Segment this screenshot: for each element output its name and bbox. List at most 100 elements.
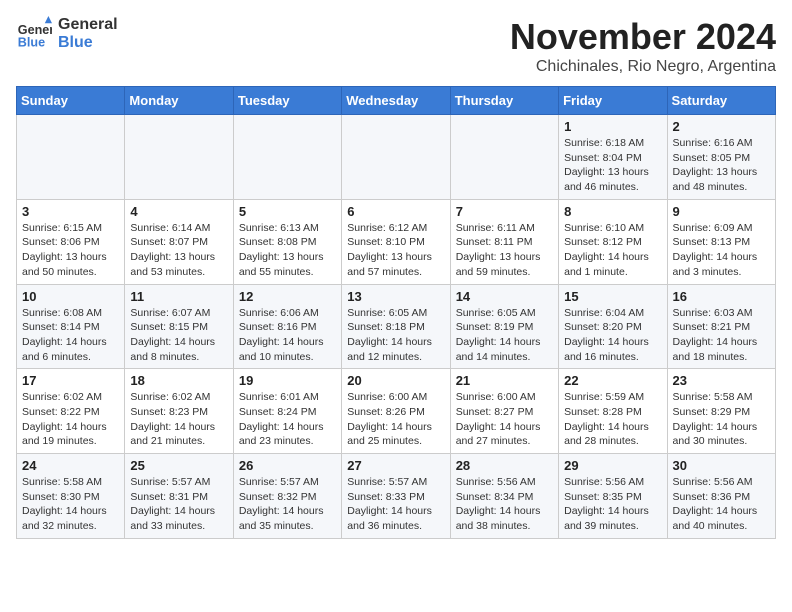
day-info: Sunrise: 5:59 AMSunset: 8:28 PMDaylight:… xyxy=(564,390,661,449)
calendar-cell: 19 Sunrise: 6:01 AMSunset: 8:24 PMDayligh… xyxy=(233,369,341,454)
day-number: 15 xyxy=(564,289,661,304)
calendar-cell: 23 Sunrise: 5:58 AMSunset: 8:29 PMDayligh… xyxy=(667,369,775,454)
day-info: Sunrise: 5:57 AMSunset: 8:31 PMDaylight:… xyxy=(130,475,227,534)
day-number: 7 xyxy=(456,204,553,219)
calendar-cell: 17 Sunrise: 6:02 AMSunset: 8:22 PMDayligh… xyxy=(17,369,125,454)
calendar-cell xyxy=(125,115,233,200)
calendar-cell: 15 Sunrise: 6:04 AMSunset: 8:20 PMDayligh… xyxy=(559,284,667,369)
day-number: 19 xyxy=(239,373,336,388)
day-number: 3 xyxy=(22,204,119,219)
calendar-week-row: 24 Sunrise: 5:58 AMSunset: 8:30 PMDayligh… xyxy=(17,454,776,539)
day-number: 14 xyxy=(456,289,553,304)
calendar-cell: 27 Sunrise: 5:57 AMSunset: 8:33 PMDayligh… xyxy=(342,454,450,539)
day-number: 23 xyxy=(673,373,770,388)
calendar-cell: 4 Sunrise: 6:14 AMSunset: 8:07 PMDaylight… xyxy=(125,199,233,284)
calendar-week-row: 10Sunrise: 6:08 AMSunset: 8:14 PMDayligh… xyxy=(17,284,776,369)
day-info: Sunrise: 5:56 AMSunset: 8:34 PMDaylight:… xyxy=(456,475,553,534)
day-info: Sunrise: 6:03 AMSunset: 8:21 PMDaylight:… xyxy=(673,306,770,365)
day-info: Sunrise: 6:18 AMSunset: 8:04 PMDaylight:… xyxy=(564,136,661,195)
calendar-cell: 16 Sunrise: 6:03 AMSunset: 8:21 PMDayligh… xyxy=(667,284,775,369)
calendar-cell: 10Sunrise: 6:08 AMSunset: 8:14 PMDayligh… xyxy=(17,284,125,369)
logo-text: General Blue xyxy=(58,16,118,51)
day-number: 8 xyxy=(564,204,661,219)
calendar-cell: 20 Sunrise: 6:00 AMSunset: 8:26 PMDayligh… xyxy=(342,369,450,454)
day-number: 27 xyxy=(347,458,444,473)
day-info: Sunrise: 6:05 AMSunset: 8:18 PMDaylight:… xyxy=(347,306,444,365)
day-info: Sunrise: 6:02 AMSunset: 8:22 PMDaylight:… xyxy=(22,390,119,449)
day-info: Sunrise: 6:02 AMSunset: 8:23 PMDaylight:… xyxy=(130,390,227,449)
calendar-week-row: 3 Sunrise: 6:15 AMSunset: 8:06 PMDaylight… xyxy=(17,199,776,284)
calendar-cell: 5Sunrise: 6:13 AMSunset: 8:08 PMDaylight… xyxy=(233,199,341,284)
day-number: 4 xyxy=(130,204,227,219)
calendar-cell: 29 Sunrise: 5:56 AMSunset: 8:35 PMDayligh… xyxy=(559,454,667,539)
day-info: Sunrise: 6:13 AMSunset: 8:08 PMDaylight:… xyxy=(239,221,336,280)
calendar-cell: 22 Sunrise: 5:59 AMSunset: 8:28 PMDayligh… xyxy=(559,369,667,454)
title-area: November 2024 Chichinales, Rio Negro, Ar… xyxy=(510,16,776,76)
weekday-header: Monday xyxy=(125,87,233,115)
calendar-cell: 18 Sunrise: 6:02 AMSunset: 8:23 PMDayligh… xyxy=(125,369,233,454)
day-info: Sunrise: 6:14 AMSunset: 8:07 PMDaylight:… xyxy=(130,221,227,280)
day-info: Sunrise: 6:01 AMSunset: 8:24 PMDaylight:… xyxy=(239,390,336,449)
main-title: November 2024 xyxy=(510,16,776,58)
logo-line2: Blue xyxy=(58,34,118,52)
day-number: 18 xyxy=(130,373,227,388)
day-info: Sunrise: 6:15 AMSunset: 8:06 PMDaylight:… xyxy=(22,221,119,280)
day-info: Sunrise: 6:05 AMSunset: 8:19 PMDaylight:… xyxy=(456,306,553,365)
day-number: 11 xyxy=(130,289,227,304)
day-info: Sunrise: 5:56 AMSunset: 8:35 PMDaylight:… xyxy=(564,475,661,534)
header: General Blue General Blue November 2024 … xyxy=(16,16,776,76)
weekday-header: Saturday xyxy=(667,87,775,115)
day-info: Sunrise: 5:57 AMSunset: 8:33 PMDaylight:… xyxy=(347,475,444,534)
calendar-cell: 3 Sunrise: 6:15 AMSunset: 8:06 PMDaylight… xyxy=(17,199,125,284)
calendar-cell: 28 Sunrise: 5:56 AMSunset: 8:34 PMDayligh… xyxy=(450,454,558,539)
calendar-header: SundayMondayTuesdayWednesdayThursdayFrid… xyxy=(17,87,776,115)
day-info: Sunrise: 6:08 AMSunset: 8:14 PMDaylight:… xyxy=(22,306,119,365)
calendar-cell: 9Sunrise: 6:09 AMSunset: 8:13 PMDaylight… xyxy=(667,199,775,284)
day-info: Sunrise: 5:58 AMSunset: 8:29 PMDaylight:… xyxy=(673,390,770,449)
calendar-cell: 11 Sunrise: 6:07 AMSunset: 8:15 PMDayligh… xyxy=(125,284,233,369)
calendar-cell xyxy=(233,115,341,200)
calendar-cell: 25 Sunrise: 5:57 AMSunset: 8:31 PMDayligh… xyxy=(125,454,233,539)
calendar-cell: 26Sunrise: 5:57 AMSunset: 8:32 PMDayligh… xyxy=(233,454,341,539)
calendar-cell: 2 Sunrise: 6:16 AMSunset: 8:05 PMDaylight… xyxy=(667,115,775,200)
calendar-body: 1 Sunrise: 6:18 AMSunset: 8:04 PMDaylight… xyxy=(17,115,776,539)
calendar-week-row: 1 Sunrise: 6:18 AMSunset: 8:04 PMDaylight… xyxy=(17,115,776,200)
day-number: 29 xyxy=(564,458,661,473)
calendar-table: SundayMondayTuesdayWednesdayThursdayFrid… xyxy=(16,86,776,539)
weekday-header: Tuesday xyxy=(233,87,341,115)
day-info: Sunrise: 6:00 AMSunset: 8:26 PMDaylight:… xyxy=(347,390,444,449)
day-number: 22 xyxy=(564,373,661,388)
day-number: 2 xyxy=(673,119,770,134)
logo-icon: General Blue xyxy=(16,16,52,52)
weekday-header: Sunday xyxy=(17,87,125,115)
calendar-cell: 30Sunrise: 5:56 AMSunset: 8:36 PMDayligh… xyxy=(667,454,775,539)
day-info: Sunrise: 6:07 AMSunset: 8:15 PMDaylight:… xyxy=(130,306,227,365)
calendar-cell: 6Sunrise: 6:12 AMSunset: 8:10 PMDaylight… xyxy=(342,199,450,284)
day-info: Sunrise: 6:10 AMSunset: 8:12 PMDaylight:… xyxy=(564,221,661,280)
day-info: Sunrise: 6:09 AMSunset: 8:13 PMDaylight:… xyxy=(673,221,770,280)
day-number: 30 xyxy=(673,458,770,473)
header-row: SundayMondayTuesdayWednesdayThursdayFrid… xyxy=(17,87,776,115)
calendar-cell xyxy=(450,115,558,200)
day-number: 1 xyxy=(564,119,661,134)
day-number: 28 xyxy=(456,458,553,473)
day-info: Sunrise: 5:58 AMSunset: 8:30 PMDaylight:… xyxy=(22,475,119,534)
day-number: 17 xyxy=(22,373,119,388)
day-info: Sunrise: 6:16 AMSunset: 8:05 PMDaylight:… xyxy=(673,136,770,195)
day-number: 26 xyxy=(239,458,336,473)
day-number: 6 xyxy=(347,204,444,219)
day-number: 12 xyxy=(239,289,336,304)
weekday-header: Friday xyxy=(559,87,667,115)
calendar-cell: 14 Sunrise: 6:05 AMSunset: 8:19 PMDayligh… xyxy=(450,284,558,369)
day-number: 20 xyxy=(347,373,444,388)
calendar-cell: 21Sunrise: 6:00 AMSunset: 8:27 PMDayligh… xyxy=(450,369,558,454)
day-number: 24 xyxy=(22,458,119,473)
calendar-week-row: 17 Sunrise: 6:02 AMSunset: 8:22 PMDayligh… xyxy=(17,369,776,454)
weekday-header: Thursday xyxy=(450,87,558,115)
day-number: 25 xyxy=(130,458,227,473)
day-info: Sunrise: 6:11 AMSunset: 8:11 PMDaylight:… xyxy=(456,221,553,280)
logo: General Blue General Blue xyxy=(16,16,118,52)
day-info: Sunrise: 6:00 AMSunset: 8:27 PMDaylight:… xyxy=(456,390,553,449)
day-number: 16 xyxy=(673,289,770,304)
day-info: Sunrise: 6:04 AMSunset: 8:20 PMDaylight:… xyxy=(564,306,661,365)
